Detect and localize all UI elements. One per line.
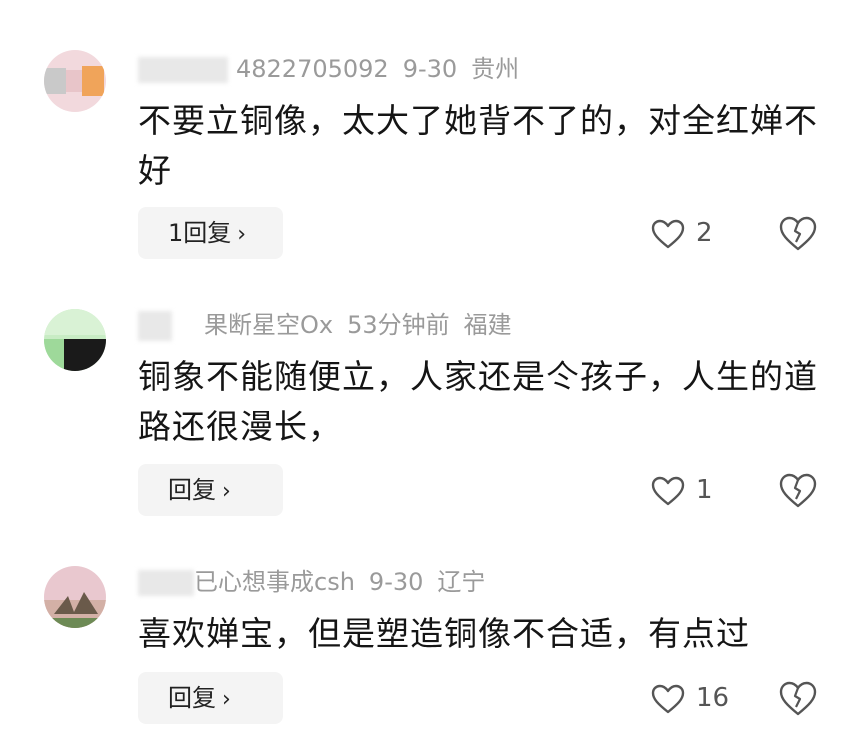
- chevron-right-icon: ›: [222, 479, 231, 504]
- avatar[interactable]: [44, 50, 106, 112]
- avatar[interactable]: [44, 309, 106, 371]
- like-count: 16: [696, 683, 730, 713]
- reply-label: 1回复: [168, 219, 232, 247]
- comment-date: 53分钟前: [347, 311, 450, 339]
- reply-button[interactable]: 1回复 ›: [138, 207, 283, 259]
- comment-location: 福建: [463, 311, 512, 339]
- reply-button[interactable]: 回复 ›: [138, 464, 283, 516]
- broken-heart-icon[interactable]: [778, 213, 818, 253]
- comment-location: 辽宁: [437, 568, 486, 596]
- reply-label: 回复: [168, 476, 216, 504]
- username[interactable]: 4822705092: [236, 55, 389, 83]
- comment-meta: 已心想事成csh 9-30 辽宁: [138, 566, 485, 598]
- heart-outline-icon: [651, 219, 685, 248]
- username-blur: [138, 57, 228, 83]
- heart-outline-icon: [651, 684, 685, 713]
- broken-heart-icon[interactable]: [778, 678, 818, 718]
- like-button[interactable]: 16: [650, 672, 729, 724]
- comment-date: 9-30: [368, 568, 424, 596]
- avatar[interactable]: [44, 566, 106, 628]
- like-button[interactable]: 2: [650, 207, 713, 259]
- reply-button[interactable]: 回复 ›: [138, 672, 283, 724]
- like-button[interactable]: 1: [650, 464, 713, 516]
- like-count: 1: [696, 475, 713, 505]
- comment-text: 铜象不能随便立，人家还是仒孩子，人生的道路还很漫长，: [138, 357, 818, 446]
- username-blur: [138, 311, 172, 341]
- broken-heart-icon[interactable]: [778, 470, 818, 510]
- username[interactable]: 果断星空Ox: [204, 311, 333, 339]
- reply-label: 回复: [168, 684, 216, 712]
- comment-text: 喜欢婵宝，但是塑造铜像不合适，有点过: [138, 614, 750, 653]
- chevron-right-icon: ›: [237, 222, 247, 247]
- heart-outline-icon: [651, 476, 685, 505]
- comment-location: 贵州: [471, 55, 520, 83]
- comment-meta: 4822705092 9-30 贵州: [138, 53, 519, 85]
- username[interactable]: 已心想事成csh: [194, 568, 355, 596]
- like-count: 2: [696, 218, 713, 248]
- comment-meta: 果断星空Ox 53分钟前 福建: [138, 309, 512, 341]
- comment-date: 9-30: [402, 55, 458, 83]
- chevron-right-icon: ›: [222, 687, 231, 712]
- comment-text: 不要立铜像，太大了她背不了的，对全红婵不好: [138, 101, 818, 190]
- username-blur: [138, 570, 194, 596]
